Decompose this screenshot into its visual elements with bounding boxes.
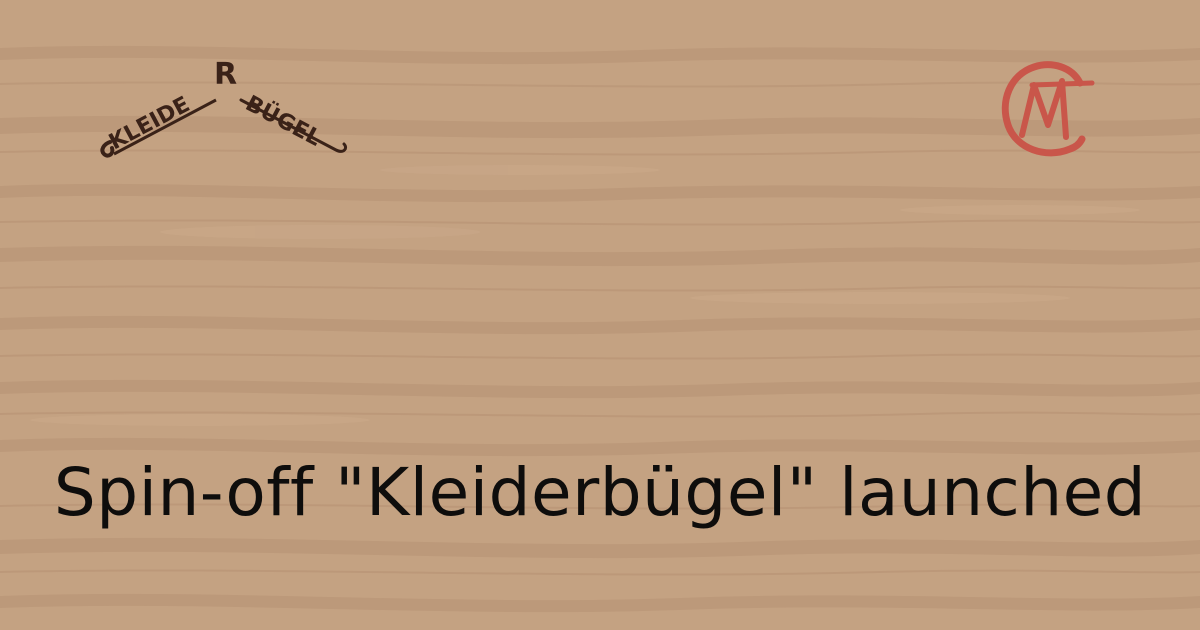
logo-peak-letter: R bbox=[214, 57, 237, 92]
logo-right-letters: BÜGEL bbox=[241, 90, 325, 151]
headline: Spin-off "Kleiderbügel" launched bbox=[53, 454, 1147, 531]
cm-monogram-icon bbox=[1001, 61, 1095, 157]
kleiderbuegel-logo: KLEIDE R BÜGEL bbox=[100, 57, 348, 158]
logo-left-letters: KLEIDE bbox=[105, 92, 194, 155]
